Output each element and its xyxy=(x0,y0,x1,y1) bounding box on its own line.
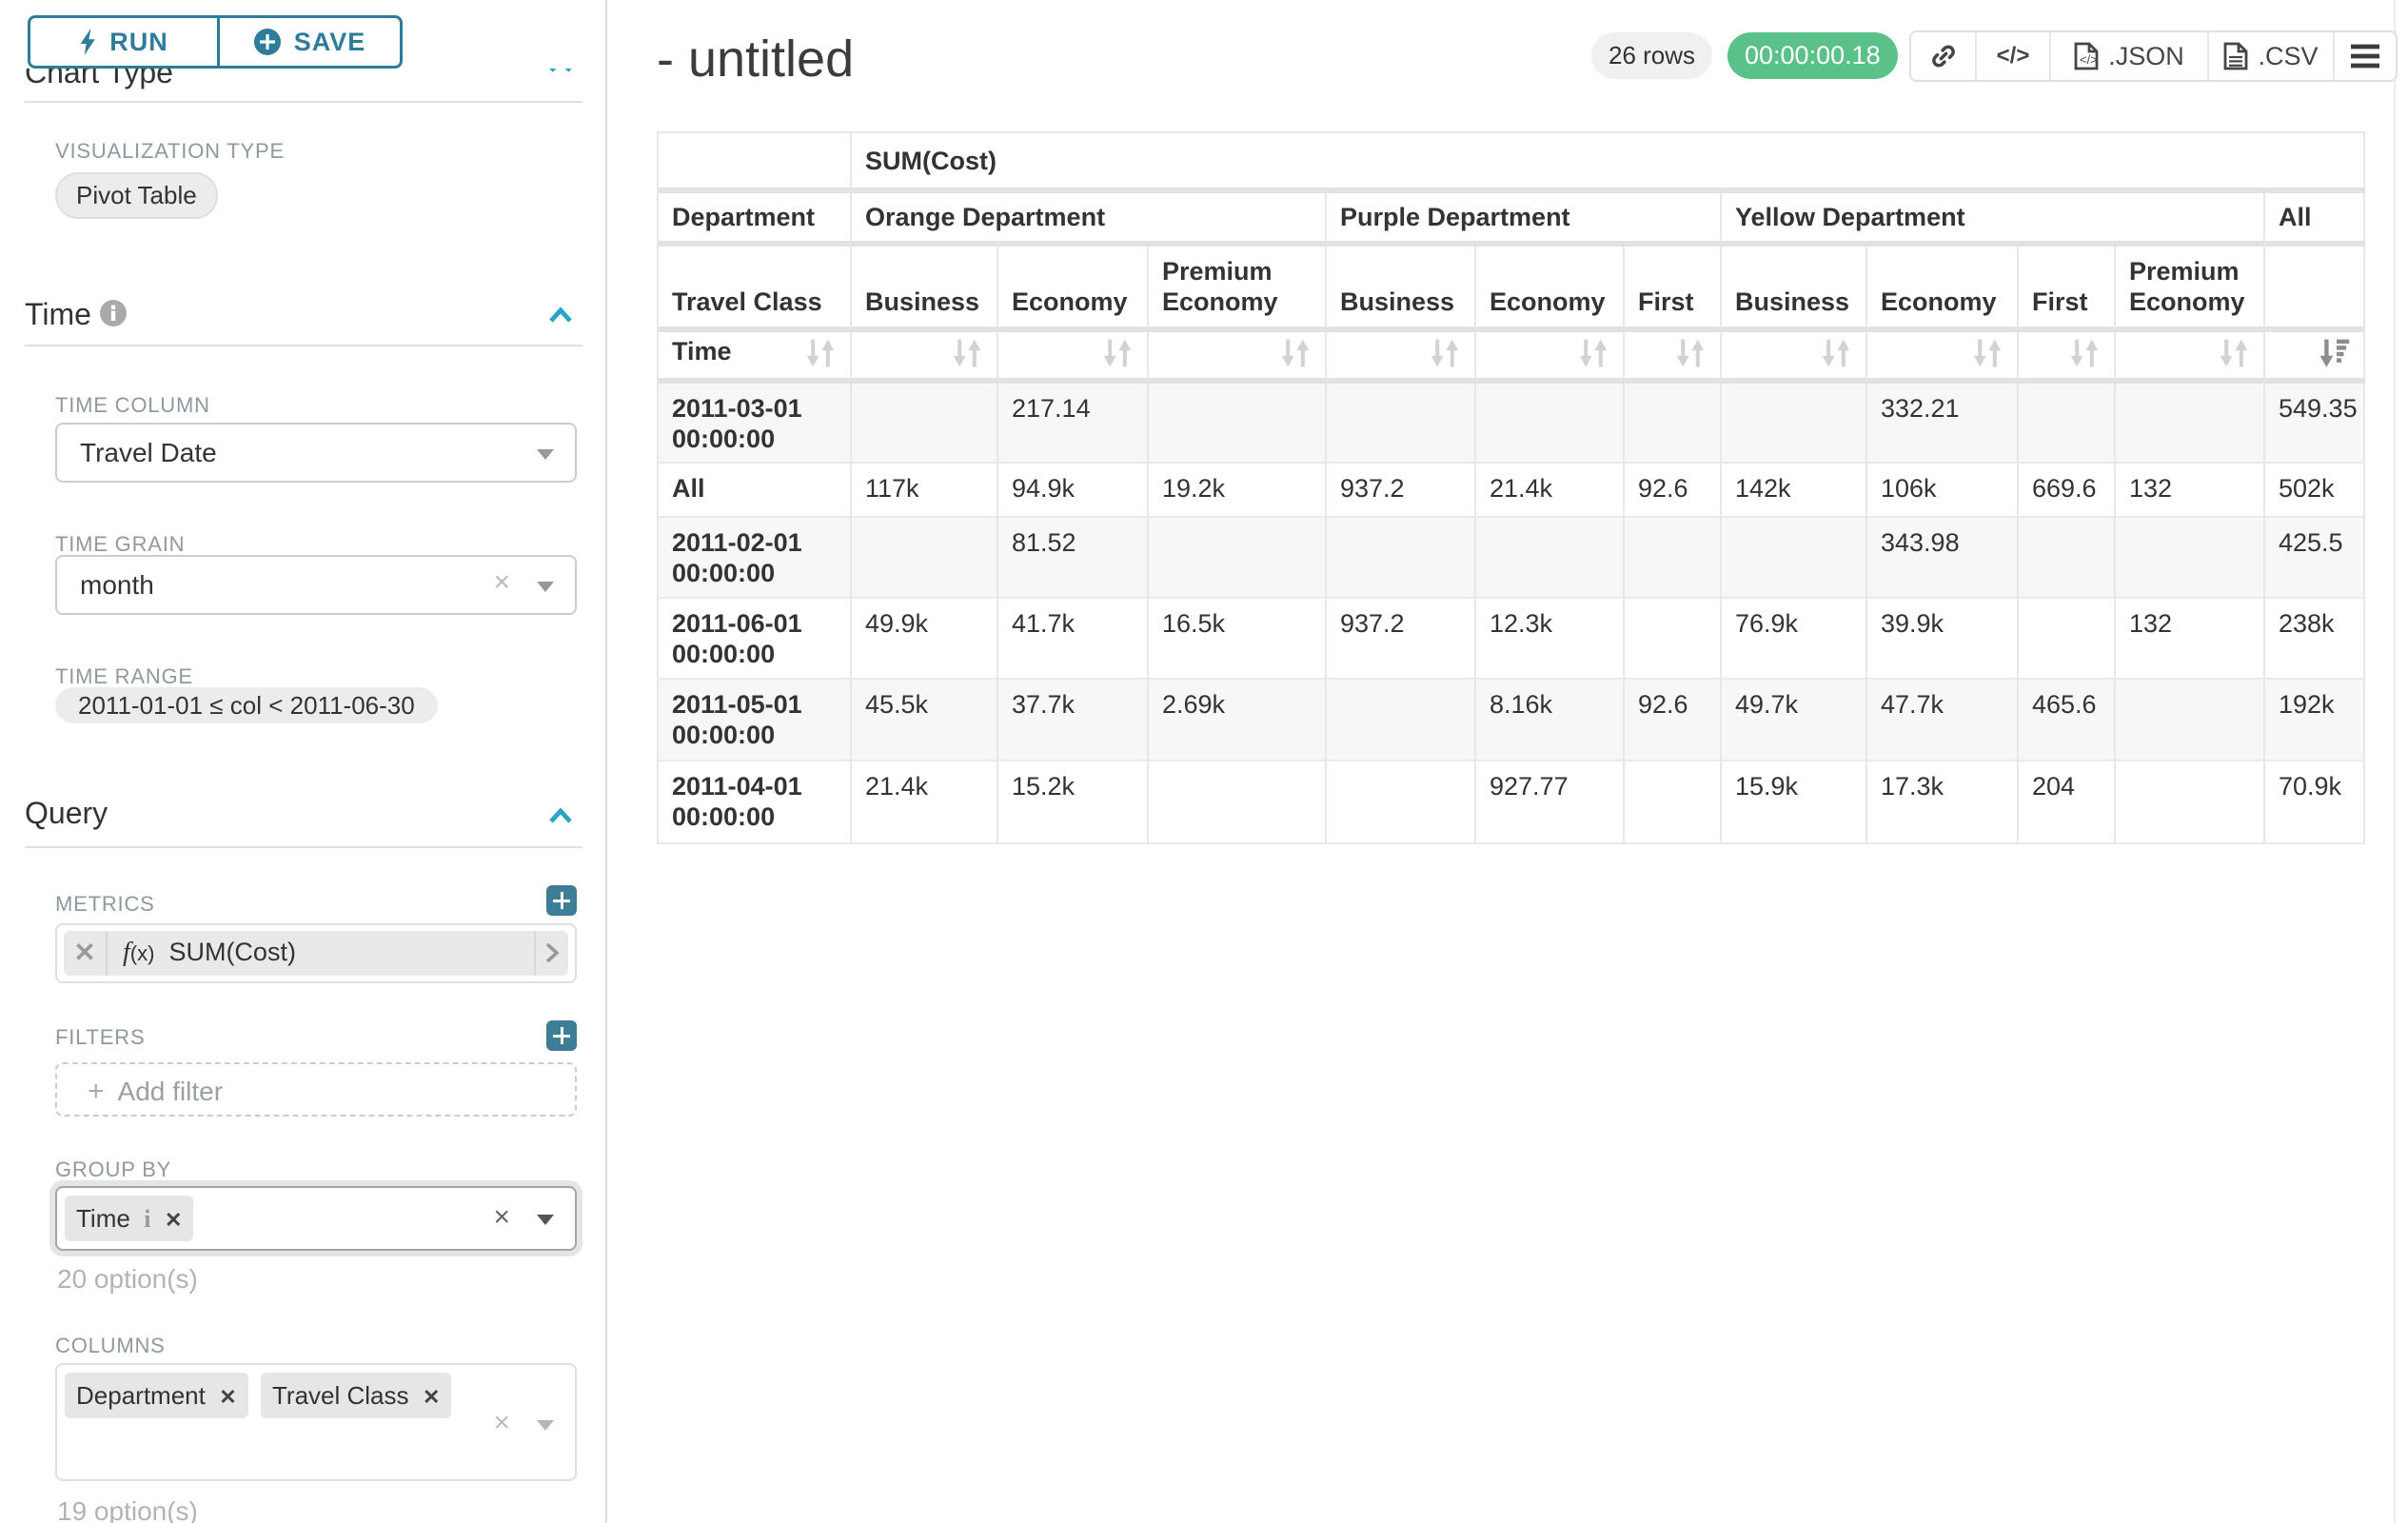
svg-text:</>: </> xyxy=(2080,52,2098,67)
